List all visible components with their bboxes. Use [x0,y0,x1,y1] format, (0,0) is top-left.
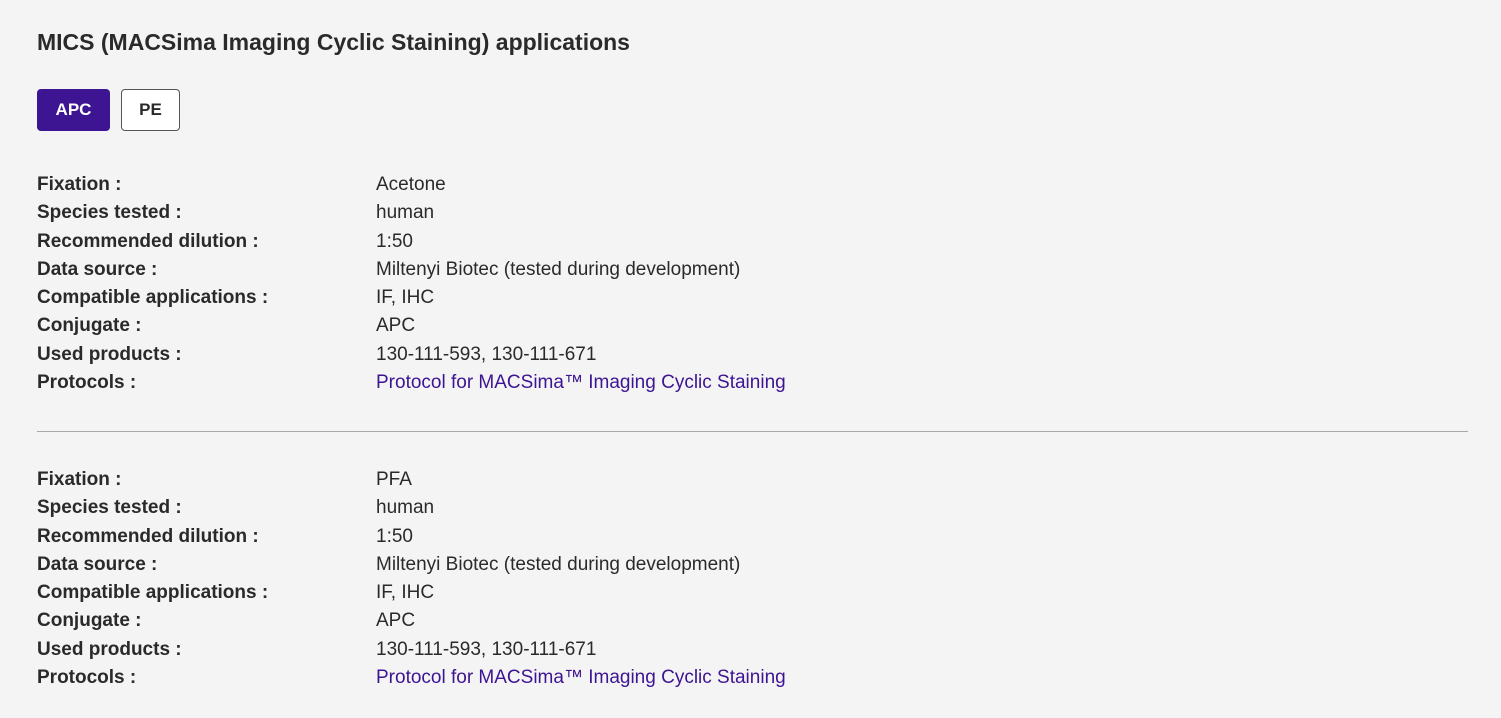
detail-label: Protocols : [37,372,137,394]
detail-row-data-source: Data source : Miltenyi Biotec (tested du… [37,551,1468,579]
detail-row-conjugate: Conjugate : APC [37,312,1468,340]
protocol-link[interactable]: Protocol for MACSima™ Imaging Cyclic Sta… [376,372,786,393]
detail-row-dilution: Recommended dilution : 1:50 [37,228,1468,256]
detail-row-conjugate: Conjugate : APC [37,607,1468,635]
detail-label: Compatible applications : [37,287,269,309]
detail-row-protocols: Protocols : Protocol for MACSima™ Imagin… [37,664,1468,692]
detail-value: Protocol for MACSima™ Imaging Cyclic Sta… [376,664,786,692]
detail-value: 1:50 [376,230,413,252]
detail-row-dilution: Recommended dilution : 1:50 [37,523,1468,551]
application-details-pfa: Fixation : PFA Species tested : human Re… [37,466,1468,692]
detail-value: Miltenyi Biotec (tested during developme… [376,258,741,280]
detail-value: APC [376,315,416,337]
detail-value: human [376,202,435,224]
conjugate-tabs: APC PE [37,89,180,131]
detail-label: Fixation : [37,469,122,490]
detail-value: 130-111-593, 130-111-671 [376,343,597,365]
detail-label: Conjugate : [37,315,142,337]
detail-label: Used products : [37,343,182,365]
detail-label: Fixation : [37,174,122,195]
detail-row-data-source: Data source : Miltenyi Biotec (tested du… [37,256,1468,284]
detail-label: Compatible applications : [37,582,269,604]
detail-row-used-products: Used products : 130-111-593, 130-111-671 [37,636,1468,664]
detail-value: PFA [376,469,412,490]
detail-label: Species tested : [37,202,182,224]
detail-row-species: Species tested : human [37,494,1468,522]
detail-label: Recommended dilution : [37,230,259,252]
detail-value: human [376,497,435,519]
detail-label: Data source : [37,553,158,575]
tab-pe[interactable]: PE [121,89,180,131]
application-details-acetone: Fixation : Acetone Species tested : huma… [37,171,1468,397]
detail-value: 130-111-593, 130-111-671 [376,638,597,660]
detail-label: Data source : [37,258,158,280]
detail-value: Miltenyi Biotec (tested during developme… [376,553,741,575]
section-divider [37,431,1468,432]
detail-row-fixation: Fixation : PFA [37,466,1468,494]
detail-value: APC [376,610,416,632]
detail-row-used-products: Used products : 130-111-593, 130-111-671 [37,341,1468,369]
detail-value: Protocol for MACSima™ Imaging Cyclic Sta… [376,369,786,397]
detail-label: Species tested : [37,497,182,519]
detail-label: Protocols : [37,667,137,689]
detail-row-compatible-applications: Compatible applications : IF, IHC [37,284,1468,312]
detail-row-compatible-applications: Compatible applications : IF, IHC [37,579,1468,607]
detail-label: Recommended dilution : [37,525,259,547]
tab-apc[interactable]: APC [37,89,110,131]
detail-value: Acetone [376,174,446,195]
detail-row-species: Species tested : human [37,199,1468,227]
protocol-link[interactable]: Protocol for MACSima™ Imaging Cyclic Sta… [376,667,786,688]
detail-row-protocols: Protocols : Protocol for MACSima™ Imagin… [37,369,1468,397]
detail-row-fixation: Fixation : Acetone [37,171,1468,199]
section-title: MICS (MACSima Imaging Cyclic Staining) a… [37,29,630,55]
detail-value: IF, IHC [376,582,435,604]
detail-label: Used products : [37,638,182,660]
detail-value: IF, IHC [376,287,435,309]
detail-label: Conjugate : [37,610,142,632]
detail-value: 1:50 [376,525,413,547]
